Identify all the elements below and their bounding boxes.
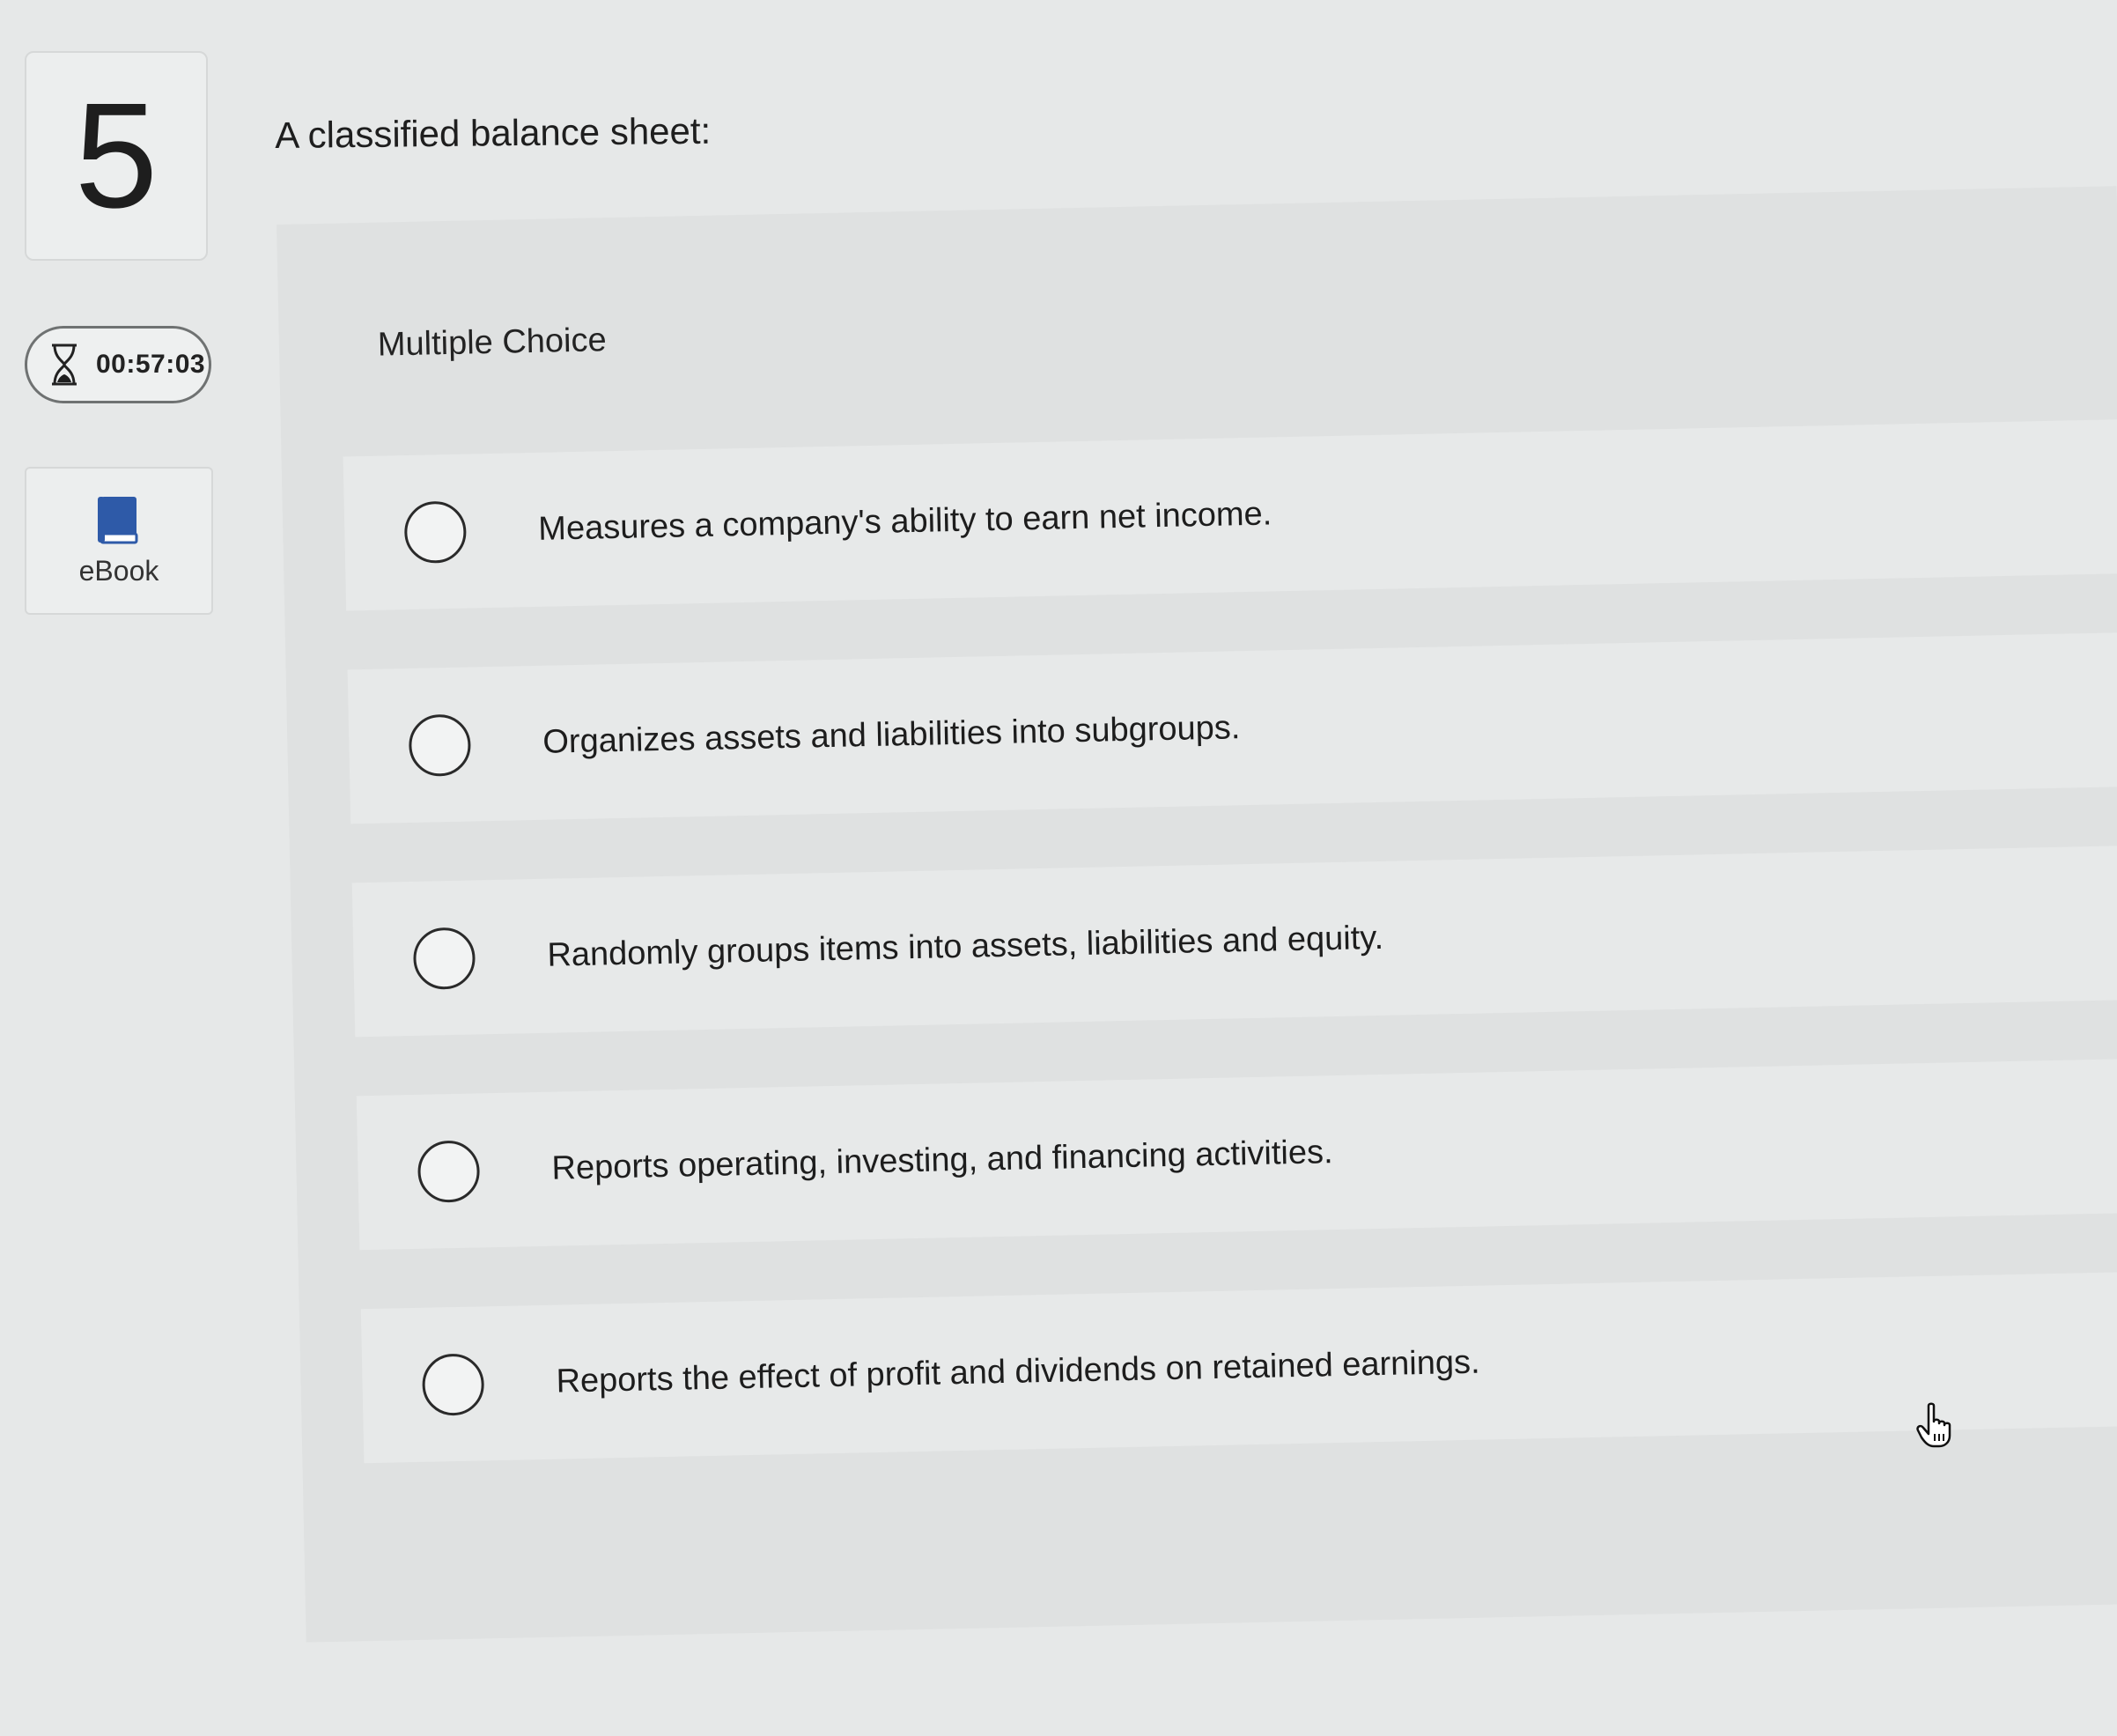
- question-type-label: Multiple Choice: [377, 321, 608, 364]
- ebook-button[interactable]: eBook: [25, 467, 213, 615]
- option-label: Measures a company's ability to earn net…: [537, 495, 1272, 548]
- option-label: Reports operating, investing, and financ…: [551, 1134, 1333, 1187]
- answer-option[interactable]: Measures a company's ability to earn net…: [343, 419, 2117, 611]
- hand-pointer-icon: [1916, 1402, 1951, 1448]
- question-number: 5: [74, 72, 159, 240]
- answer-option[interactable]: Reports operating, investing, and financ…: [356, 1059, 2117, 1251]
- question-text: A classified balance sheet:: [275, 109, 712, 156]
- radio-button[interactable]: [412, 926, 476, 990]
- option-label: Randomly groups items into assets, liabi…: [547, 919, 1384, 974]
- option-label: Organizes assets and liabilities into su…: [542, 709, 1241, 761]
- radio-button[interactable]: [417, 1139, 481, 1203]
- answer-option[interactable]: Randomly groups items into assets, liabi…: [351, 846, 2117, 1038]
- radio-button[interactable]: [403, 500, 468, 564]
- hourglass-icon: [52, 344, 77, 386]
- ebook-label: eBook: [78, 554, 159, 587]
- options-list: Measures a company's ability to earn net…: [343, 419, 2117, 1522]
- book-icon: [98, 496, 138, 543]
- question-number-box: 5: [25, 51, 208, 261]
- timer-value: 00:57:03: [96, 350, 206, 379]
- answer-panel: Multiple Choice Measures a company's abi…: [277, 186, 2117, 1643]
- radio-button[interactable]: [421, 1352, 485, 1416]
- answer-option[interactable]: Reports the effect of profit and dividen…: [360, 1271, 2117, 1464]
- option-label: Reports the effect of profit and dividen…: [556, 1343, 1480, 1400]
- timer-badge[interactable]: 00:57:03: [25, 326, 211, 403]
- answer-option[interactable]: Organizes assets and liabilities into su…: [347, 632, 2117, 824]
- radio-button[interactable]: [408, 713, 472, 777]
